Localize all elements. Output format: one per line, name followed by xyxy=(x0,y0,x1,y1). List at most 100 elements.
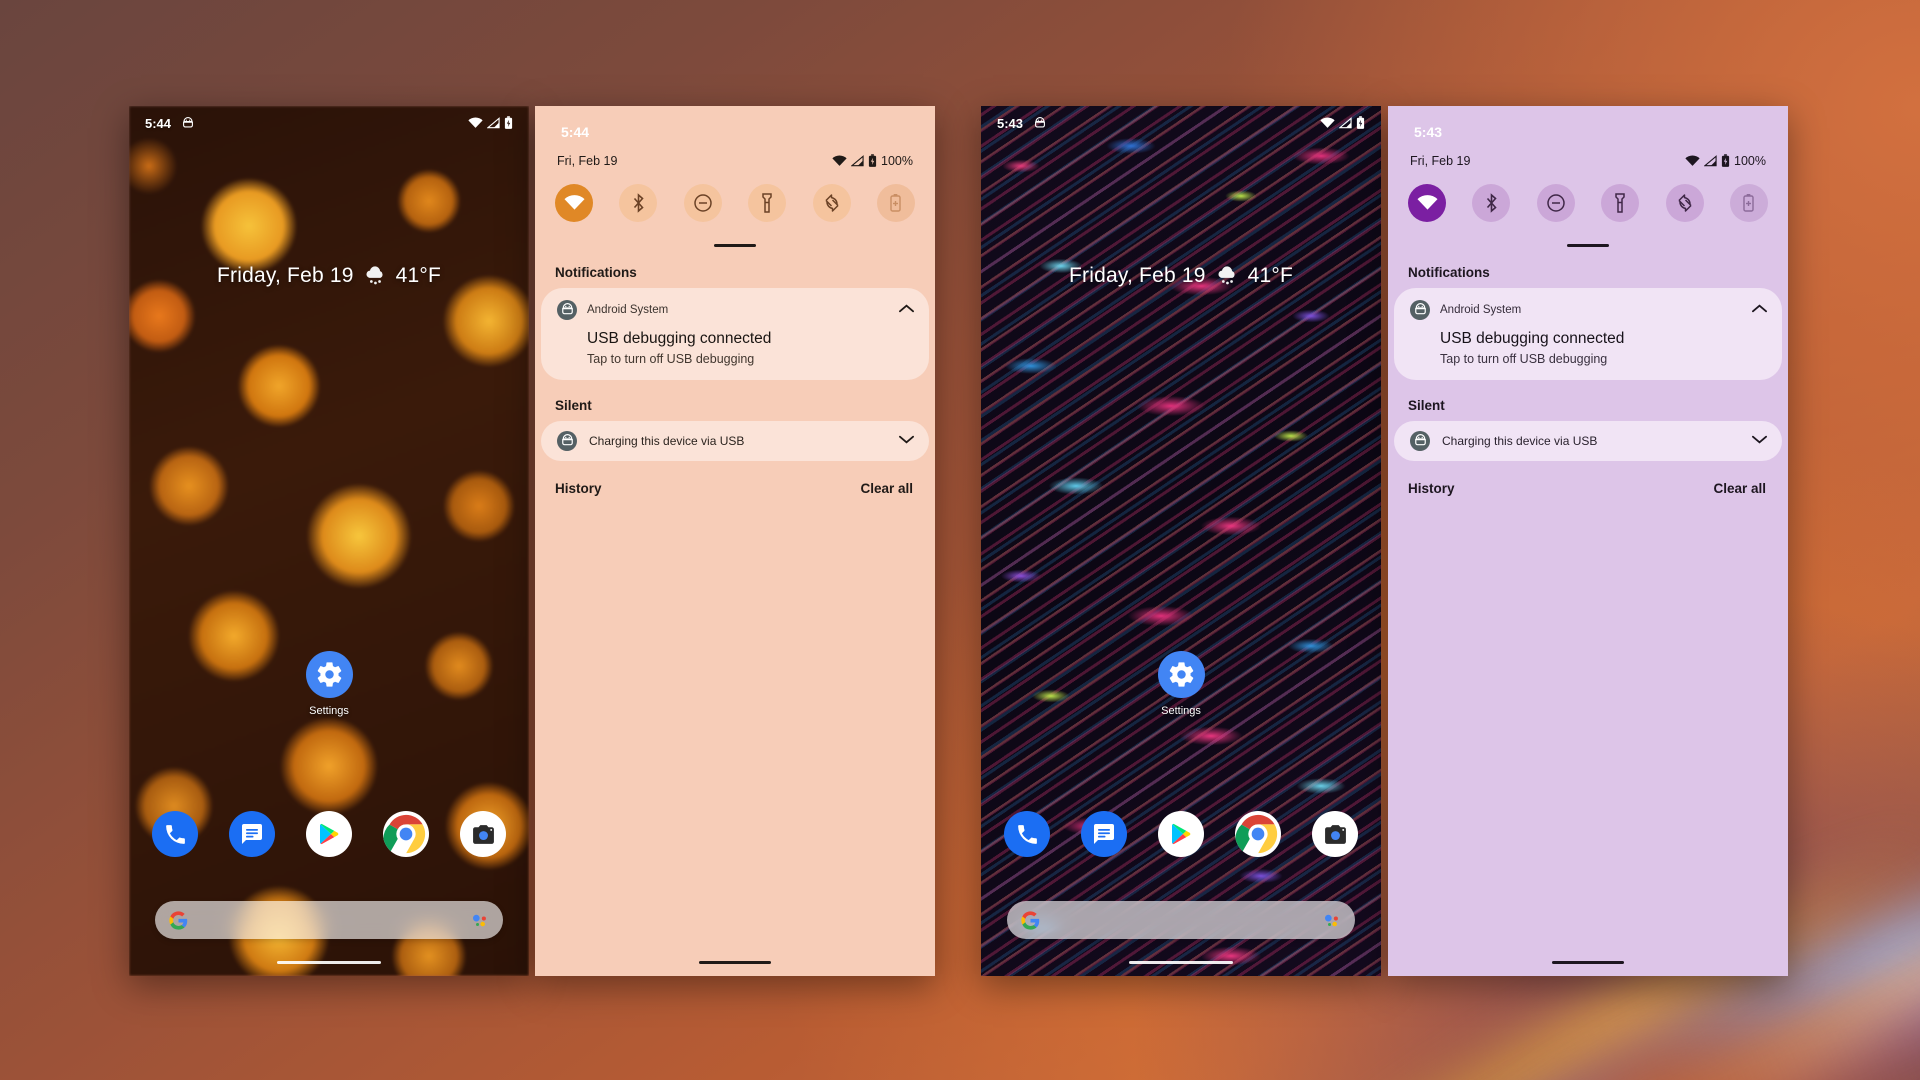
android-debug-icon xyxy=(557,431,577,451)
notification-body: Tap to turn off USB debugging xyxy=(1440,352,1608,366)
messages-app-icon[interactable] xyxy=(1081,811,1127,857)
notifications-section-label: Notifications xyxy=(1408,265,1490,280)
notification-body: Tap to turn off USB debugging xyxy=(587,352,755,366)
messages-app-icon[interactable] xyxy=(229,811,275,857)
signal-icon xyxy=(1339,117,1352,129)
shade-header: Fri, Feb 19 100% xyxy=(1388,140,1788,168)
wifi-icon xyxy=(832,155,847,167)
battery-charging-icon xyxy=(1356,116,1365,130)
chrome-app-icon[interactable] xyxy=(1235,811,1281,857)
phone-app-icon[interactable] xyxy=(152,811,198,857)
notification-app-name: Android System xyxy=(1440,304,1522,316)
battery-charging-icon xyxy=(504,116,513,130)
silent-notification-text: Charging this device via USB xyxy=(589,434,745,448)
shade-date: Fri, Feb 19 xyxy=(1410,154,1471,168)
chevron-up-icon[interactable] xyxy=(1751,303,1768,318)
battery-percent: 100% xyxy=(881,154,913,168)
navigation-pill[interactable] xyxy=(1552,961,1624,964)
app-shortcut-settings[interactable]: Settings xyxy=(129,651,529,717)
wifi-tile[interactable] xyxy=(555,184,593,222)
shade-clock: 5:44 xyxy=(561,124,590,140)
navigation-pill[interactable] xyxy=(277,961,381,964)
phone-app-icon[interactable] xyxy=(1004,811,1050,857)
silent-section-label: Silent xyxy=(1408,398,1445,413)
flashlight-tile[interactable] xyxy=(1601,184,1640,222)
signal-icon xyxy=(487,117,500,129)
notification-shade: 5:44 Fri, Feb 19 100% Notifications Andr… xyxy=(535,106,935,976)
google-g-icon xyxy=(169,910,188,930)
wifi-icon xyxy=(1320,117,1335,129)
status-bar: 5:44 xyxy=(129,106,529,140)
history-button[interactable]: History xyxy=(555,481,602,496)
phone-screenshot-2-notification-shade: 5:44 Fri, Feb 19 100% Notifications Andr… xyxy=(535,106,935,976)
status-bar-clock: 5:44 xyxy=(145,115,172,131)
clear-all-button[interactable]: Clear all xyxy=(860,481,913,496)
assistant-mic-icon[interactable] xyxy=(470,911,489,930)
bluetooth-tile[interactable] xyxy=(619,184,658,222)
camera-app-icon[interactable] xyxy=(460,811,506,857)
silent-notification-text: Charging this device via USB xyxy=(1442,434,1598,448)
wifi-tile[interactable] xyxy=(1408,184,1446,222)
gear-icon xyxy=(1157,651,1205,698)
camera-app-icon[interactable] xyxy=(1312,811,1358,857)
chrome-app-icon[interactable] xyxy=(383,811,429,857)
history-button[interactable]: History xyxy=(1408,481,1455,496)
notification-card-usb-debugging[interactable]: Android System USB debugging connected T… xyxy=(1394,288,1782,380)
notification-title: USB debugging connected xyxy=(587,330,772,347)
navigation-pill[interactable] xyxy=(699,961,771,964)
shade-header: Fri, Feb 19 100% xyxy=(535,140,935,168)
do-not-disturb-tile[interactable] xyxy=(683,184,722,222)
shade-footer: History Clear all xyxy=(535,461,935,496)
silent-notification-card-charging[interactable]: Charging this device via USB xyxy=(1394,421,1782,461)
notification-card-usb-debugging[interactable]: Android System USB debugging connected T… xyxy=(541,288,929,380)
widget-temperature: 41°F xyxy=(1247,264,1294,287)
app-shortcut-settings[interactable]: Settings xyxy=(981,651,1381,717)
google-search-bar[interactable] xyxy=(155,901,503,939)
chevron-down-icon[interactable] xyxy=(1751,434,1768,449)
widget-date: Friday, Feb 19 xyxy=(1068,264,1206,287)
assistant-mic-icon[interactable] xyxy=(1322,911,1341,930)
battery-saver-tile[interactable] xyxy=(876,184,915,222)
weather-date-widget[interactable]: Friday, Feb 19 41°F xyxy=(129,264,529,288)
google-g-icon xyxy=(1021,910,1040,930)
notification-shade: 5:43 Fri, Feb 19 100% Notifications Andr… xyxy=(1388,106,1788,976)
signal-icon xyxy=(851,155,864,167)
status-bar: 5:43 xyxy=(981,106,1381,140)
google-search-bar[interactable] xyxy=(1007,901,1355,939)
signal-icon xyxy=(1704,155,1717,167)
snow-cloud-icon xyxy=(1215,266,1239,286)
notification-app-name: Android System xyxy=(587,304,669,316)
android-debug-icon xyxy=(1410,431,1430,451)
widget-date: Friday, Feb 19 xyxy=(216,264,354,287)
android-debug-icon xyxy=(557,300,577,320)
app-shortcut-label: Settings xyxy=(309,705,349,717)
snow-cloud-icon xyxy=(363,266,387,286)
widget-temperature: 41°F xyxy=(395,264,442,287)
clear-all-button[interactable]: Clear all xyxy=(1713,481,1766,496)
phone-screenshot-4-notification-shade: 5:43 Fri, Feb 19 100% Notifications Andr… xyxy=(1388,106,1788,976)
wifi-icon xyxy=(1685,155,1700,167)
notification-title: USB debugging connected xyxy=(1440,330,1625,347)
bluetooth-tile[interactable] xyxy=(1472,184,1511,222)
chevron-up-icon[interactable] xyxy=(898,303,915,318)
play-store-app-icon[interactable] xyxy=(306,811,352,857)
notifications-section-label: Notifications xyxy=(555,265,637,280)
quick-settings-tiles xyxy=(1388,168,1788,222)
android-debug-icon xyxy=(1034,116,1046,130)
silent-section-label: Silent xyxy=(555,398,592,413)
battery-saver-tile[interactable] xyxy=(1729,184,1768,222)
gear-icon xyxy=(305,651,353,698)
chevron-down-icon[interactable] xyxy=(898,434,915,449)
flashlight-tile[interactable] xyxy=(748,184,787,222)
android-debug-icon xyxy=(182,116,194,130)
silent-notification-card-charging[interactable]: Charging this device via USB xyxy=(541,421,929,461)
play-store-app-icon[interactable] xyxy=(1158,811,1204,857)
auto-rotate-tile[interactable] xyxy=(812,184,851,222)
battery-charging-icon xyxy=(868,154,877,168)
weather-date-widget[interactable]: Friday, Feb 19 41°F xyxy=(981,264,1381,288)
battery-percent: 100% xyxy=(1734,154,1766,168)
auto-rotate-tile[interactable] xyxy=(1665,184,1704,222)
do-not-disturb-tile[interactable] xyxy=(1536,184,1575,222)
phone-screenshot-1-home: 5:44 Friday, Feb 19 41°F Settings xyxy=(129,106,529,976)
navigation-pill[interactable] xyxy=(1129,961,1233,964)
